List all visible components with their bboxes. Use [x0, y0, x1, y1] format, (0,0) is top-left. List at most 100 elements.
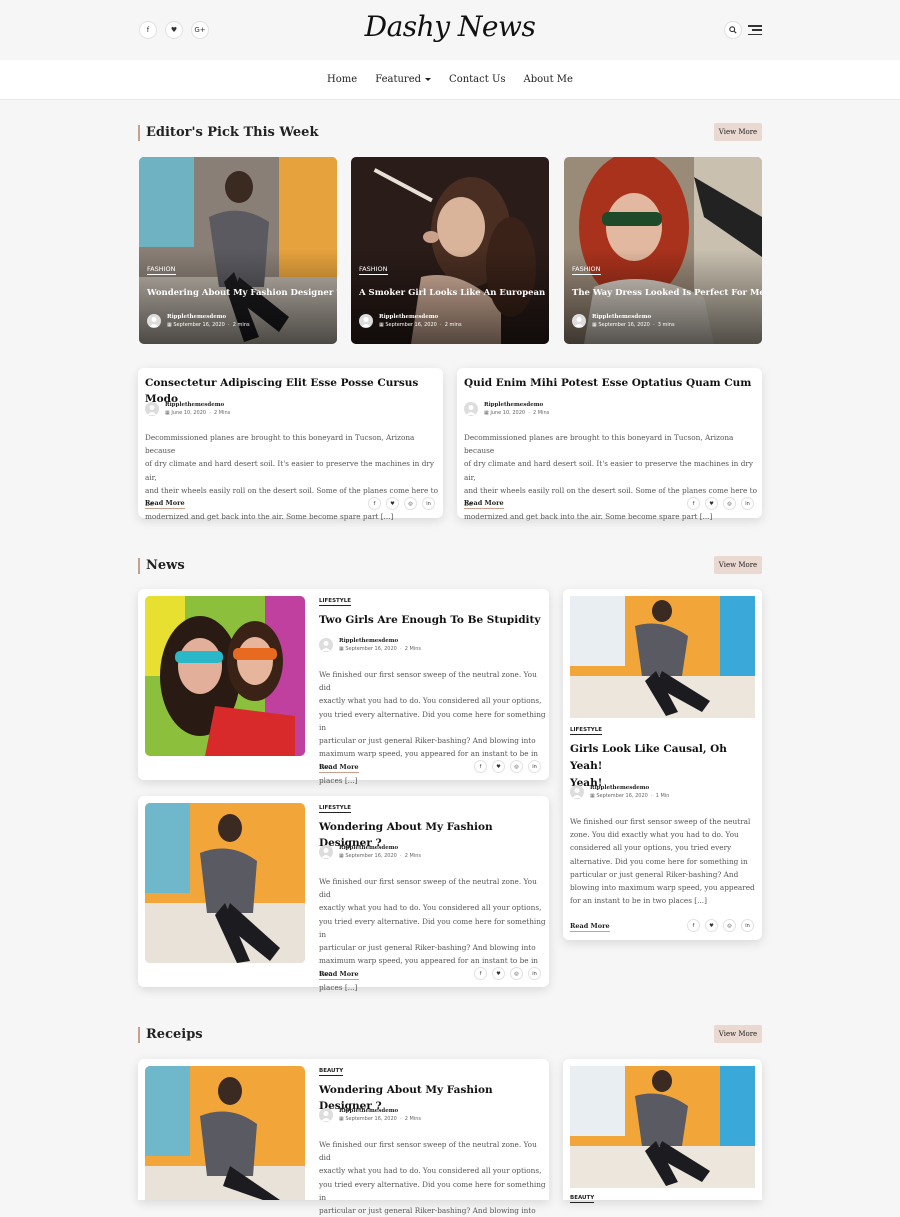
post-title[interactable]: Wondering About My Fashion Designer ? [147, 288, 337, 298]
calendar-icon: ▦ [339, 646, 344, 652]
search-icon[interactable] [724, 21, 742, 39]
calendar-icon: ▦ [167, 322, 172, 328]
news-card: LIFESTYLE Girls Look Like Causal, Oh Yea… [563, 589, 762, 940]
pick-card[interactable]: FASHION The Way Dress Looked Is Perfect … [564, 157, 762, 344]
pinterest-icon[interactable]: ◎ [404, 497, 417, 510]
avatar [147, 314, 161, 328]
category-label[interactable]: BEAUTY [570, 1195, 595, 1203]
author-name[interactable]: Ripplethemesdemo [590, 785, 669, 791]
facebook-icon[interactable]: f [474, 967, 487, 980]
post-image[interactable] [145, 1066, 305, 1200]
view-more-button[interactable]: View More [714, 1025, 762, 1043]
avatar [359, 314, 373, 328]
linkedin-icon[interactable]: in [422, 497, 435, 510]
read-more-link[interactable]: Read More [570, 922, 610, 932]
category-label[interactable]: FASHION [147, 265, 176, 275]
facebook-icon[interactable]: f [368, 497, 381, 510]
read-more-link[interactable]: Read More [145, 499, 185, 509]
section-title: News [138, 558, 185, 574]
post-image[interactable] [570, 596, 755, 718]
author-name[interactable]: Ripplethemesdemo [592, 314, 675, 320]
author-name[interactable]: Ripplethemesdemo [167, 314, 250, 320]
nav-featured-label: Featured [375, 74, 422, 85]
avatar [145, 402, 159, 416]
nav-home[interactable]: Home [327, 74, 357, 85]
pinterest-icon[interactable]: ◎ [723, 919, 736, 932]
twitter-icon[interactable]: ♥ [705, 919, 718, 932]
nav-featured[interactable]: Featured [375, 74, 432, 85]
calendar-icon: ▦ [339, 853, 344, 859]
pinterest-icon[interactable]: ◎ [723, 497, 736, 510]
nav-contact[interactable]: Contact Us [449, 74, 505, 85]
twitter-icon[interactable]: ♥ [492, 760, 505, 773]
pinterest-icon[interactable]: ◎ [510, 760, 523, 773]
avatar [464, 402, 478, 416]
linkedin-icon[interactable]: in [528, 967, 541, 980]
view-more-button[interactable]: View More [714, 123, 762, 141]
post-title[interactable]: Two Girls Are Enough To Be Stupidity [319, 612, 540, 628]
calendar-icon: ▦ [592, 322, 597, 328]
post-date: September 16, 2020 [173, 322, 225, 328]
author-name[interactable]: Ripplethemesdemo [165, 402, 230, 408]
post-image[interactable] [145, 803, 305, 963]
twitter-icon[interactable]: ♥ [386, 497, 399, 510]
post-meta: Ripplethemesdemo ▦ September 16, 2020 · … [319, 638, 421, 652]
post-image[interactable] [145, 596, 305, 756]
facebook-icon[interactable]: f [687, 919, 700, 932]
twitter-icon[interactable]: ♥ [705, 497, 718, 510]
linkedin-icon[interactable]: in [741, 497, 754, 510]
site-logo[interactable]: Dashy News [0, 10, 900, 43]
author-name[interactable]: Ripplethemesdemo [339, 1108, 421, 1114]
menu-icon[interactable] [748, 25, 762, 35]
twitter-icon[interactable]: ♥ [492, 967, 505, 980]
linkedin-icon[interactable]: in [741, 919, 754, 932]
read-more-link[interactable]: Read More [319, 763, 359, 773]
post-date: September 16, 2020 [345, 1116, 397, 1122]
view-more-button[interactable]: View More [714, 556, 762, 574]
top-bar: f ♥ G+ Dashy News [0, 0, 900, 60]
text-post-card: Consectetur Adipiscing Elit Esse Posse C… [138, 368, 443, 521]
share-icons: f ♥ ◎ in [687, 919, 754, 932]
pick-card[interactable]: FASHION A Smoker Girl Looks Like An Euro… [351, 157, 549, 344]
post-meta: Ripplethemesdemo ▦ September 16, 2020 · … [570, 785, 669, 799]
news-header: News View More [138, 556, 762, 576]
pinterest-icon[interactable]: ◎ [510, 967, 523, 980]
post-title[interactable]: A Smoker Girl Looks Like An European [359, 288, 545, 298]
category-label[interactable]: LIFESTYLE [570, 727, 603, 735]
category-label[interactable]: LIFESTYLE [319, 805, 352, 813]
receips-header: Receips View More [138, 1025, 762, 1045]
share-icons: f ♥ ◎ in [474, 760, 541, 773]
avatar [572, 314, 586, 328]
post-meta: Ripplethemesdemo ▦ September 16, 2020 · … [319, 1108, 421, 1122]
category-label[interactable]: BEAUTY [319, 1068, 344, 1076]
author-name[interactable]: Ripplethemesdemo [339, 845, 421, 851]
post-image[interactable] [570, 1066, 755, 1188]
receip-card: BEAUTY Wondering About My Fashion Design… [138, 1059, 549, 1215]
share-icons: f ♥ ◎ in [474, 967, 541, 980]
post-excerpt: We finished our first sensor sweep of th… [570, 817, 755, 906]
author-name[interactable]: Ripplethemesdemo [484, 402, 549, 408]
read-more-link[interactable]: Read More [319, 970, 359, 980]
read-time: 2 Mins [214, 410, 231, 416]
read-time: 2 Mins [533, 410, 550, 416]
read-time: 1 Min [655, 793, 670, 799]
linkedin-icon[interactable]: in [528, 760, 541, 773]
author-name[interactable]: Ripplethemesdemo [379, 314, 462, 320]
facebook-icon[interactable]: f [687, 497, 700, 510]
post-title[interactable]: The Way Dress Looked Is Perfect For Me [572, 288, 762, 298]
section-title: Receips [138, 1027, 203, 1043]
pick-card[interactable]: FASHION Wondering About My Fashion Desig… [139, 157, 337, 344]
category-label[interactable]: FASHION [359, 265, 388, 275]
read-time: 2 mins [232, 322, 250, 328]
read-more-link[interactable]: Read More [464, 499, 504, 509]
facebook-icon[interactable]: f [474, 760, 487, 773]
category-label[interactable]: FASHION [572, 265, 601, 275]
category-label[interactable]: LIFESTYLE [319, 598, 352, 606]
news-card: LIFESTYLE Two Girls Are Enough To Be Stu… [138, 589, 549, 785]
share-icons: f ♥ ◎ in [687, 497, 754, 510]
read-time: 2 Mins [404, 1116, 422, 1122]
author-name[interactable]: Ripplethemesdemo [339, 638, 421, 644]
share-icons: f ♥ ◎ in [368, 497, 435, 510]
nav-about[interactable]: About Me [524, 74, 573, 85]
post-title[interactable]: Quid Enim Mihi Potest Esse Optatius Quam… [464, 375, 751, 391]
